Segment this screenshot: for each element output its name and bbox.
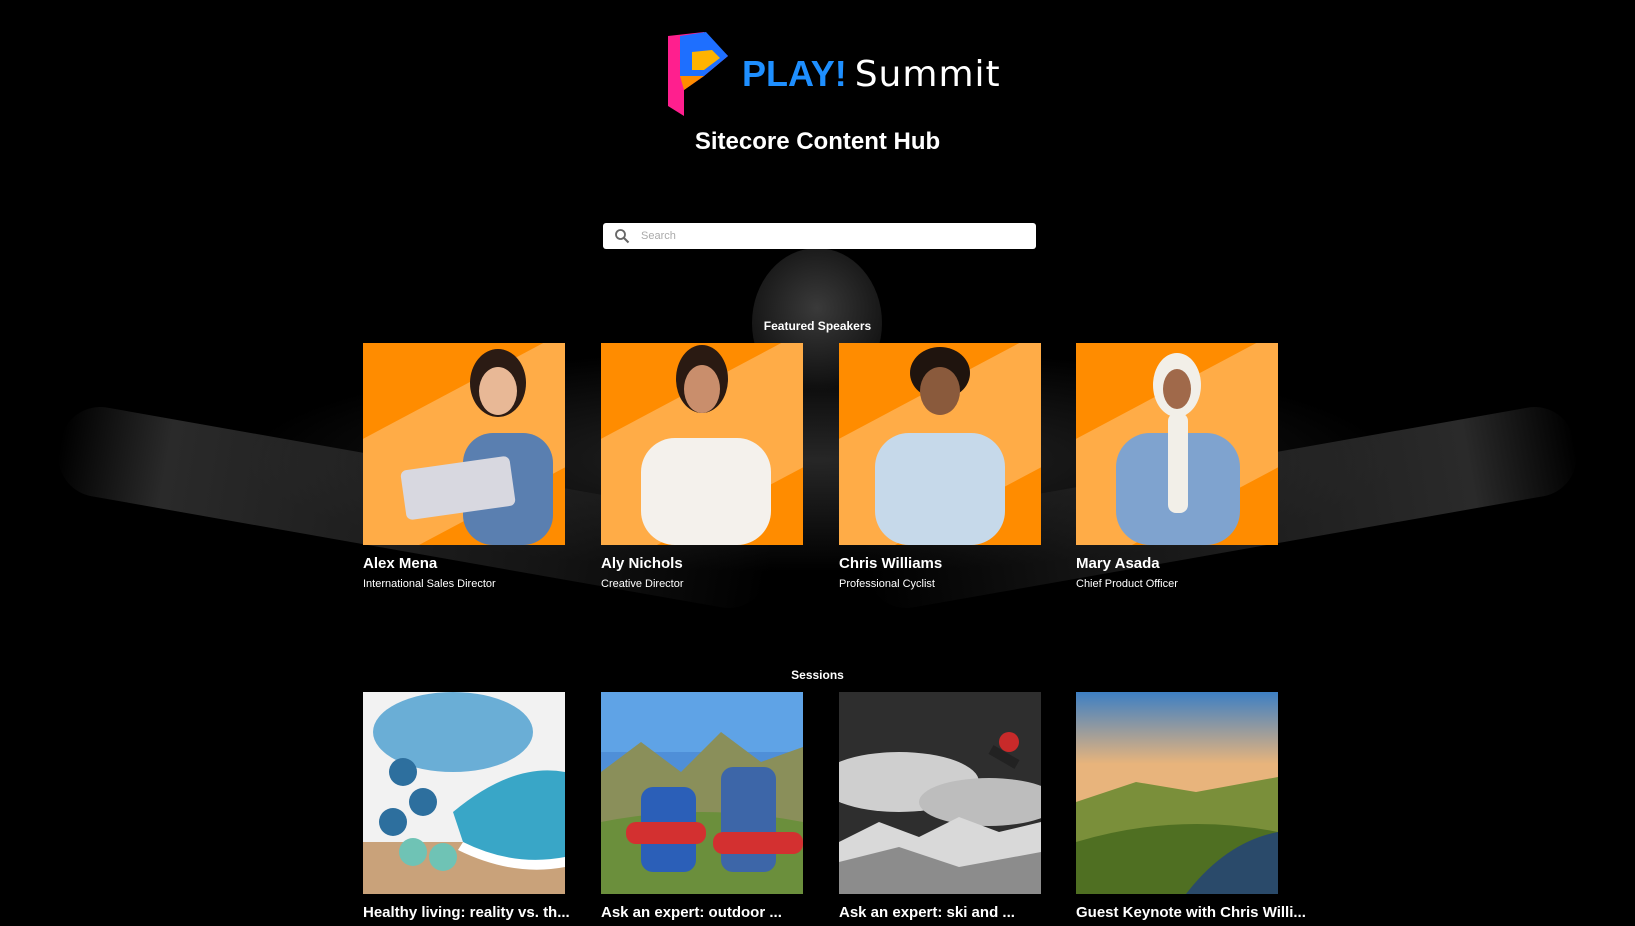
featured-speakers-heading: Featured Speakers	[763, 319, 872, 333]
session-image	[1076, 692, 1278, 894]
session-title[interactable]: Ask an expert: outdoor ...	[601, 904, 803, 921]
search-input[interactable]	[639, 229, 1036, 243]
speaker-photo	[601, 343, 803, 545]
speaker-name[interactable]: Chris Williams	[839, 555, 1041, 572]
speaker-photo	[839, 343, 1041, 545]
logo-summit-text: Summit	[854, 54, 1001, 95]
search-box[interactable]	[603, 223, 1036, 249]
speaker-card[interactable]: Alex Mena International Sales Director	[363, 343, 565, 590]
session-title[interactable]: Ask an expert: ski and ...	[839, 904, 1041, 921]
speaker-card[interactable]: Aly Nichols Creative Director	[601, 343, 803, 590]
speaker-name[interactable]: Alex Mena	[363, 555, 565, 572]
speaker-photo	[1076, 343, 1278, 545]
speaker-name[interactable]: Aly Nichols	[601, 555, 803, 572]
speaker-photo	[363, 343, 565, 545]
speaker-card[interactable]: Mary Asada Chief Product Officer	[1076, 343, 1278, 590]
session-card[interactable]: Ask an expert: outdoor ...	[601, 692, 803, 921]
speaker-name[interactable]: Mary Asada	[1076, 555, 1278, 572]
speaker-role: Professional Cyclist	[839, 578, 935, 590]
session-card[interactable]: Healthy living: reality vs. th...	[363, 692, 570, 921]
logo-play-text: PLAY!	[742, 53, 847, 94]
speaker-role: Creative Director	[601, 578, 684, 590]
session-image	[601, 692, 803, 894]
play-logo-icon	[668, 32, 728, 116]
session-card[interactable]: Guest Keynote with Chris Willi...	[1076, 692, 1306, 921]
session-card[interactable]: Ask an expert: ski and ...	[839, 692, 1041, 921]
play-summit-logo[interactable]: PLAY! Summit	[664, 30, 1001, 118]
session-image	[363, 692, 565, 894]
search-icon	[611, 225, 633, 247]
speaker-role: Chief Product Officer	[1076, 578, 1178, 590]
session-title[interactable]: Guest Keynote with Chris Willi...	[1076, 904, 1306, 921]
session-image	[839, 692, 1041, 894]
session-title[interactable]: Healthy living: reality vs. th...	[363, 904, 570, 921]
speaker-card[interactable]: Chris Williams Professional Cyclist	[839, 343, 1041, 590]
sessions-heading: Sessions	[791, 668, 844, 682]
page-title: Sitecore Content Hub	[694, 128, 941, 155]
speaker-role: International Sales Director	[363, 578, 496, 590]
